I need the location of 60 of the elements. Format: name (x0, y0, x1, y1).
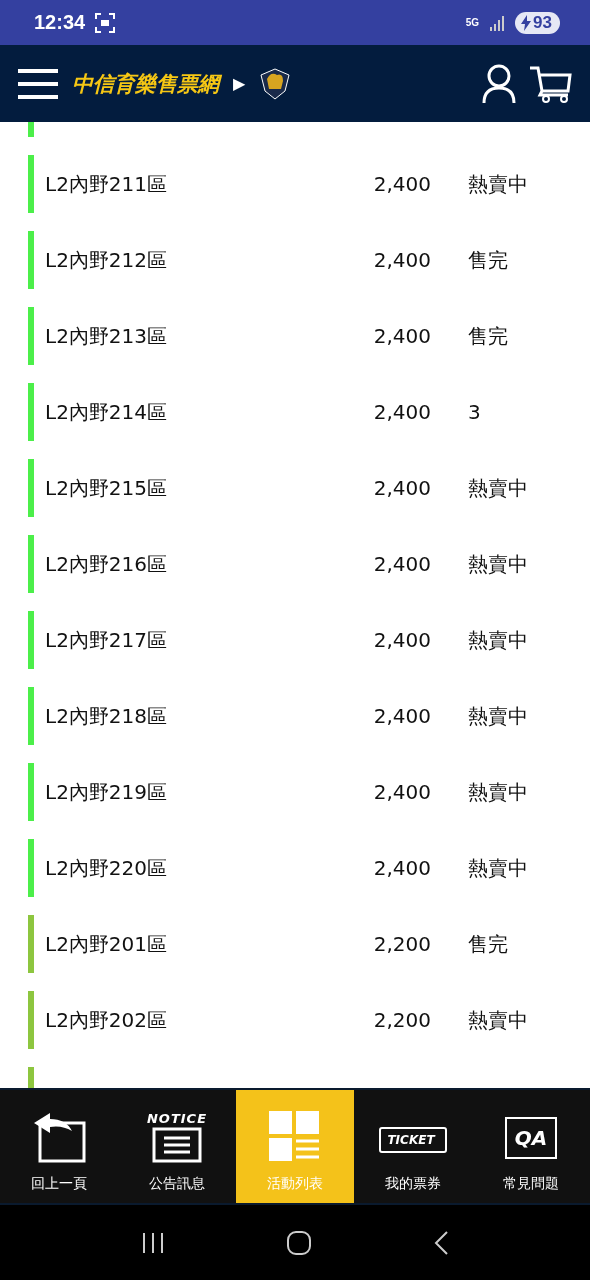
back-arrow-icon (32, 1113, 86, 1163)
user-icon[interactable] (482, 63, 516, 104)
availability: 熱賣中 (468, 550, 528, 578)
section-name: L2內野213區 (45, 322, 169, 350)
price: 2,400 (372, 856, 431, 880)
battery-level: 93 (515, 11, 560, 34)
availability: 熱賣中 (468, 626, 528, 654)
nav-tab[interactable]: 回上一頁 (0, 1090, 118, 1203)
section-name: L2內野220區 (45, 854, 169, 882)
availability: 熱賣中 (468, 474, 528, 502)
section-name: L2內野211區 (45, 170, 169, 198)
network-type: 5G (465, 17, 480, 28)
nav-tab[interactable]: NOTICE 公告訊息 (118, 1090, 236, 1203)
cart-icon[interactable] (530, 64, 572, 103)
availability: 售完 (468, 322, 508, 350)
price: 2,400 (372, 780, 431, 804)
charging-icon (521, 14, 532, 31)
availability: 熱賣中 (468, 170, 528, 198)
section-name: L2內野215區 (45, 474, 169, 502)
price: 2,400 (372, 172, 431, 196)
availability: 售完 (468, 246, 508, 274)
price: 2,400 (372, 400, 431, 424)
availability: 熱賣中 (468, 702, 528, 730)
home-icon[interactable] (286, 1229, 312, 1256)
speech-bubble-icon: QA (505, 1117, 557, 1159)
availability: 熱賣中 (468, 854, 528, 882)
notice-label: NOTICE (146, 1111, 208, 1126)
ticket-icon: TICKET (379, 1127, 447, 1153)
section-name: L2內野212區 (45, 246, 169, 274)
nav-tab[interactable]: QA 常見問題 (472, 1090, 590, 1203)
price: 2,400 (372, 324, 431, 348)
price: 2,400 (372, 248, 431, 272)
grid-list-icon (269, 1111, 321, 1163)
availability: 3 (468, 400, 481, 424)
price: 2,400 (372, 476, 431, 500)
arrow-glyph: ▶ (233, 74, 246, 93)
price: 2,400 (372, 628, 431, 652)
price: 2,200 (372, 932, 431, 956)
availability: 熱賣中 (468, 778, 528, 806)
document-icon (152, 1127, 202, 1163)
menu-icon[interactable] (18, 67, 58, 100)
signal-icon (489, 14, 506, 31)
section-name: L2內野214區 (45, 398, 169, 426)
section-name: L2內野217區 (45, 626, 169, 654)
availability: 售完 (468, 930, 508, 958)
section-name: L2內野202區 (45, 1006, 169, 1034)
team-logo-icon[interactable] (259, 66, 292, 101)
price: 2,400 (372, 552, 431, 576)
section-name: L2內野216區 (45, 550, 169, 578)
back-icon[interactable] (433, 1229, 450, 1256)
price: 2,200 (372, 1008, 431, 1032)
section-name: L2內野218區 (45, 702, 169, 730)
section-name: L2內野201區 (45, 930, 169, 958)
price: 2,400 (372, 704, 431, 728)
recent-apps-icon[interactable] (140, 1230, 165, 1255)
nav-tab[interactable]: TICKET 我的票券 (354, 1090, 472, 1203)
screenshot-icon (95, 12, 116, 33)
section-name: L2內野219區 (45, 778, 169, 806)
availability: 熱賣中 (468, 1006, 528, 1034)
clock: 12:34 (34, 11, 86, 34)
